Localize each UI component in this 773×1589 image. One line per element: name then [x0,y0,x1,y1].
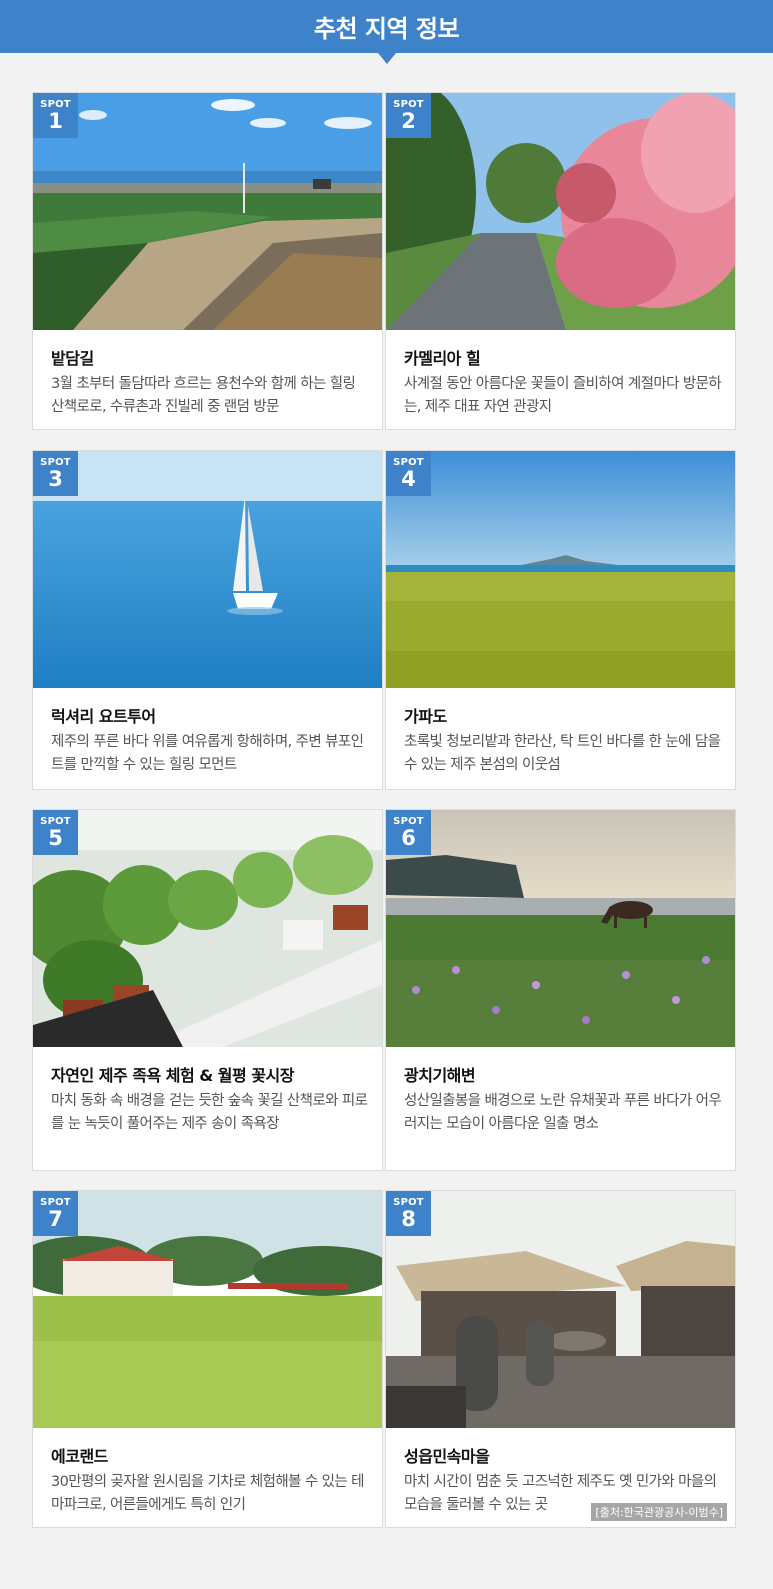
spot-title: 자연인 제주 족욕 체험 & 월평 꽃시장 [51,1066,294,1085]
spot-number: 6 [401,826,416,850]
spot-card-2[interactable]: SPOT 2 카멜리아 힐 사계절 동안 아름다운 꽃들이 즐비하여 계절마다 … [385,92,736,430]
spot-photo-5 [33,810,382,1047]
spot-photo-6 [386,810,735,1047]
spot-description: 30만평의 곶자왈 원시림을 기차로 체험해볼 수 있는 테마파크로, 어른들에… [51,1474,364,1513]
spot-card-4[interactable]: SPOT 4 가파도 초록빛 청보리밭과 한라산, 탁 트인 바다를 한 눈에 … [385,450,736,790]
spot-description: 초록빛 청보리밭과 한라산, 탁 트인 바다를 한 눈에 담을 수 있는 제주 … [404,734,721,773]
header-pointer [378,53,396,64]
spot-badge: SPOT 6 [386,810,431,855]
spot-photo-7 [33,1191,382,1428]
spot-photo-1 [33,93,382,330]
spot-title: 성읍민속마을 [404,1447,490,1466]
spot-card-8[interactable]: SPOT 8 [출처:한국관광공사-이범수] 성읍민속마을 마치 시간이 멈춘 … [385,1190,736,1528]
spot-title: 밭담길 [51,349,94,368]
spot-badge: SPOT 4 [386,451,431,496]
spot-photo-2 [386,93,735,330]
spot-description: 마치 동화 속 배경을 걷는 듯한 숲속 꽃길 산책로와 피로를 눈 녹듯이 풀… [51,1093,368,1132]
section-title: 추천 지역 정보 [313,15,460,43]
spot-card-5[interactable]: SPOT 5 자연인 제주 족욕 체험 & 월평 꽃시장 마치 동화 속 배경을… [32,809,383,1171]
spot-badge: SPOT 7 [33,1191,78,1236]
spot-badge: SPOT 8 [386,1191,431,1236]
spot-photo-4 [386,451,735,688]
spot-card-3[interactable]: SPOT 3 럭셔리 요트투어 제주의 푸른 바다 위를 여유롭게 항해하며, … [32,450,383,790]
spot-number: 7 [48,1207,63,1231]
spot-description: 3월 초부터 돌담따라 흐르는 용천수와 함께 하는 힐링 산책로로, 수류촌과… [51,376,356,415]
spot-number: 1 [48,109,63,133]
spot-number: 5 [48,826,63,850]
spot-title: 에코랜드 [51,1447,108,1466]
spot-card-6[interactable]: SPOT 6 광치기해변 성산일출봉을 배경으로 노란 유채꽃과 푸른 바다가 … [385,809,736,1171]
spot-badge: SPOT 2 [386,93,431,138]
spot-card-1[interactable]: SPOT 1 밭담길 3월 초부터 돌담따라 흐르는 용천수와 함께 하는 힐링… [32,92,383,430]
photo-credit: [출처:한국관광공사-이범수] [591,1503,727,1521]
spot-number: 4 [401,467,416,491]
spot-title: 가파도 [404,707,447,726]
spot-number: 2 [401,109,416,133]
spot-number: 8 [401,1207,416,1231]
spot-title: 카멜리아 힐 [404,349,481,368]
spot-number: 3 [48,467,63,491]
spot-card-7[interactable]: SPOT 7 에코랜드 30만평의 곶자왈 원시림을 기차로 체험해볼 수 있는… [32,1190,383,1528]
spot-title: 럭셔리 요트투어 [51,707,156,726]
section-header: 추천 지역 정보 [0,0,773,53]
spot-badge: SPOT 5 [33,810,78,855]
spot-description: 제주의 푸른 바다 위를 여유롭게 항해하며, 주변 뷰포인트를 만끽할 수 있… [51,734,364,773]
spot-description: 사계절 동안 아름다운 꽃들이 즐비하여 계절마다 방문하는, 제주 대표 자연… [404,376,722,415]
spot-photo-8 [386,1191,735,1428]
spot-badge: SPOT 3 [33,451,78,496]
spot-photo-3 [33,451,382,688]
spot-description: 성산일출봉을 배경으로 노란 유채꽃과 푸른 바다가 어우러지는 모습이 아름다… [404,1093,722,1132]
spot-title: 광치기해변 [404,1066,476,1085]
spot-badge: SPOT 1 [33,93,78,138]
